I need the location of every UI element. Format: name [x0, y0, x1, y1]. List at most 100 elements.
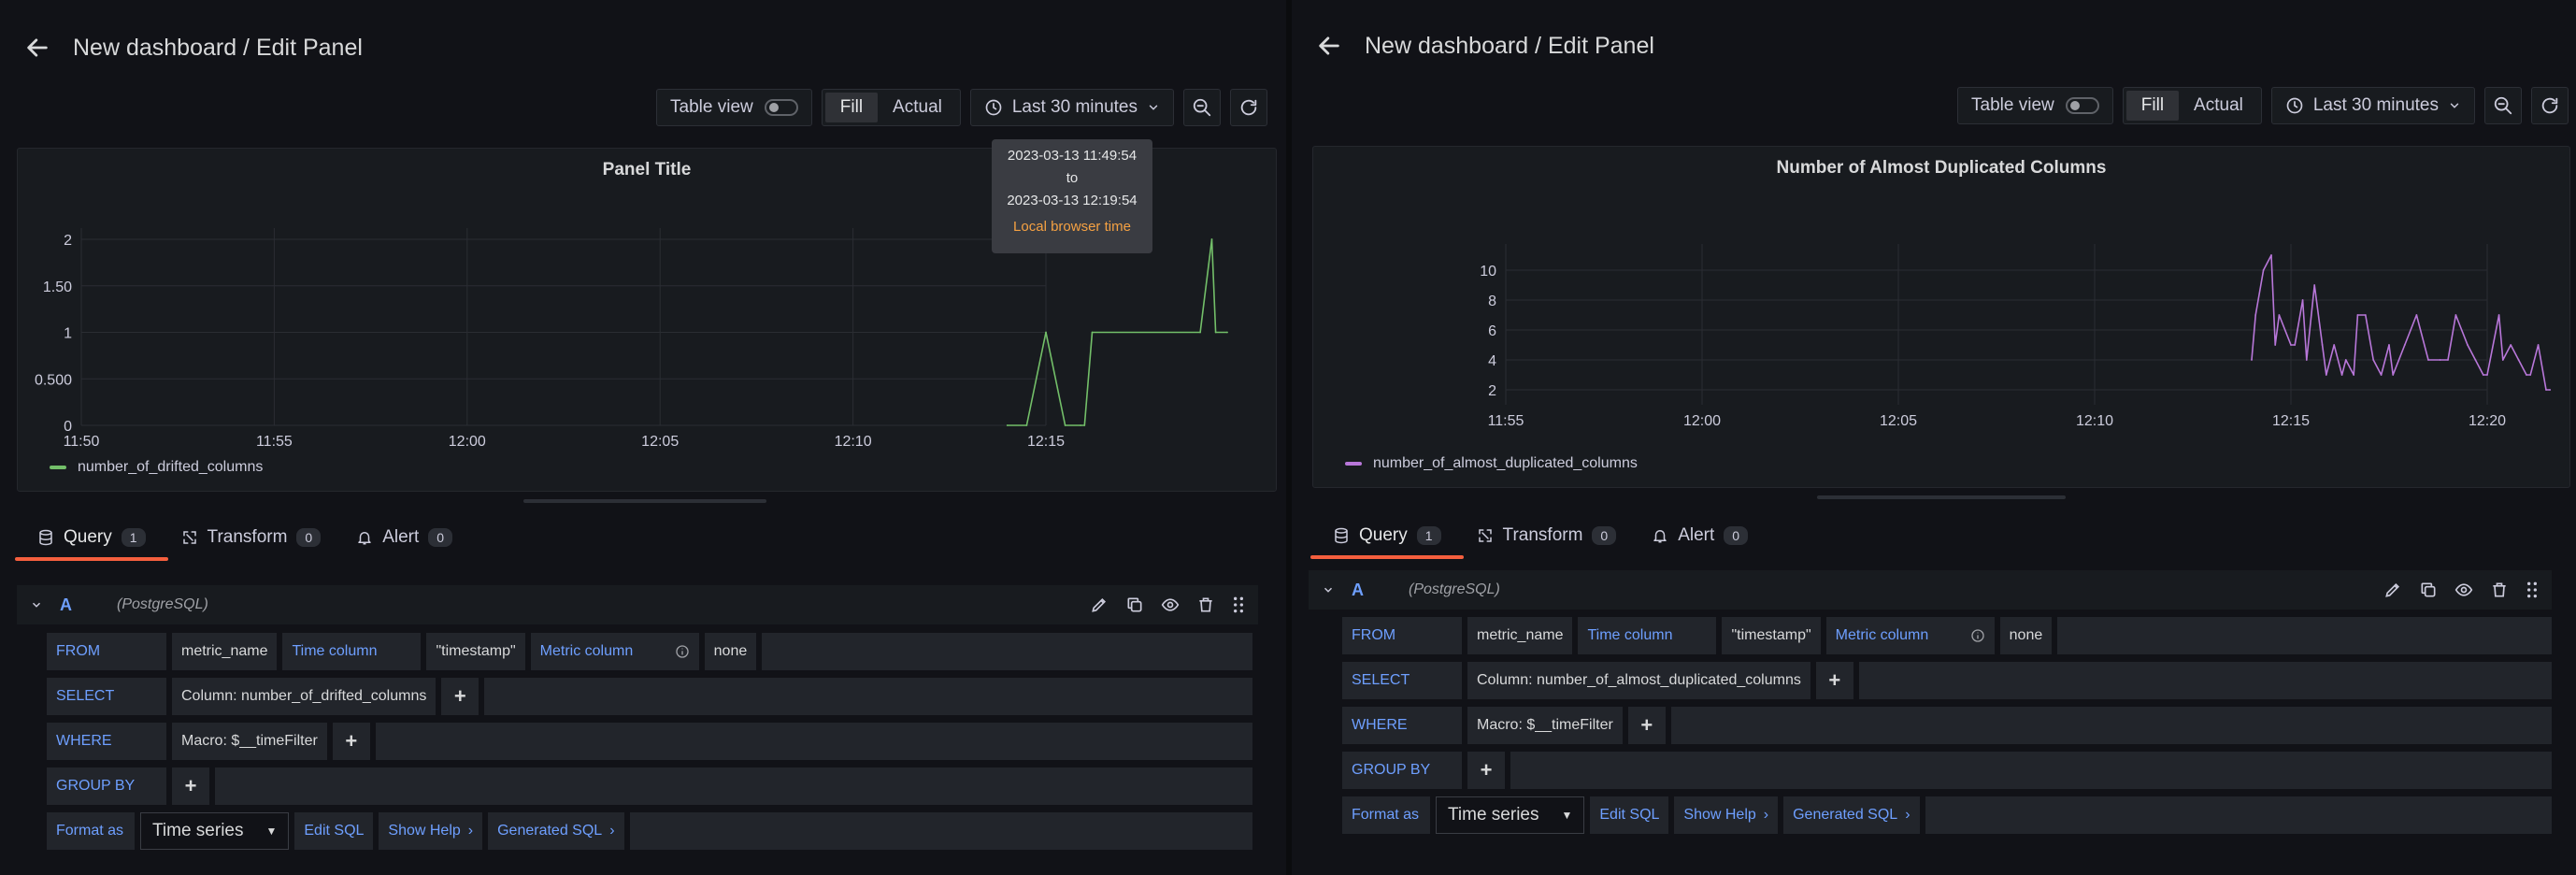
add-groupby-button[interactable]: +	[172, 767, 209, 805]
zoom-out-button[interactable]	[1183, 89, 1221, 126]
back-button[interactable]	[1310, 27, 1348, 65]
legend-swatch	[1345, 462, 1362, 466]
data-point	[2372, 359, 2375, 361]
metric-column-select[interactable]: none	[704, 633, 757, 670]
bell-icon	[358, 532, 371, 545]
select-column[interactable]: Column: number_of_almost_duplicated_colu…	[1467, 662, 1810, 699]
chevron-right-icon: ›	[1763, 807, 1769, 823]
zoom-out-button[interactable]	[2484, 87, 2522, 124]
eye-icon[interactable]	[1161, 595, 1180, 614]
pencil-icon[interactable]	[1090, 595, 1109, 614]
series-line	[2251, 254, 2551, 391]
where-macro[interactable]: Macro: $__timeFilter	[1467, 707, 1623, 744]
add-where-button[interactable]: +	[1627, 707, 1666, 744]
select-keyword: SELECT	[1342, 662, 1462, 699]
data-point	[2454, 314, 2457, 316]
show-help-button[interactable]: Show Help ›	[1674, 796, 1779, 834]
time-column-select[interactable]: "timestamp"	[426, 633, 525, 670]
table-view-switch[interactable]	[2065, 97, 2099, 114]
table-view-toggle[interactable]: Table view	[1957, 87, 2113, 124]
x-tick-label: 12:10	[2076, 413, 2113, 429]
tab-transform[interactable]: Transform 0	[181, 516, 322, 559]
add-select-button[interactable]: +	[1815, 662, 1853, 699]
data-point	[1214, 331, 1217, 334]
info-icon[interactable]	[1970, 628, 1985, 643]
time-range-picker[interactable]: Last 30 minutes	[2270, 87, 2475, 124]
data-point	[2482, 374, 2484, 376]
data-point	[2392, 374, 2395, 376]
data-point	[2529, 374, 2532, 376]
time-column-select[interactable]: "timestamp"	[1722, 617, 1821, 654]
generated-sql-button[interactable]: Generated SQL ›	[488, 812, 624, 850]
actual-option[interactable]: Actual	[2179, 91, 2258, 121]
generated-sql-label: Generated SQL	[1793, 807, 1898, 823]
chart-legend[interactable]: number_of_drifted_columns	[50, 459, 263, 476]
tab-transform[interactable]: Transform 0	[1477, 514, 1617, 557]
where-macro[interactable]: Macro: $__timeFilter	[172, 723, 327, 760]
page-title: New dashboard / Edit Panel	[1365, 32, 1654, 59]
panel-resizer[interactable]	[523, 499, 766, 503]
groupby-keyword: GROUP BY	[47, 767, 166, 805]
trash-icon[interactable]	[2490, 581, 2509, 599]
query-letter[interactable]: A	[60, 595, 72, 615]
drag-icon[interactable]	[2526, 581, 2539, 599]
format-select[interactable]: Time series ▼	[140, 812, 290, 850]
query-letter[interactable]: A	[1352, 581, 1364, 600]
data-point	[2497, 314, 2500, 316]
tab-query-count: 1	[1416, 526, 1441, 545]
tab-alert[interactable]: Alert 0	[1652, 514, 1749, 557]
x-tick-label: 12:15	[1027, 434, 1065, 450]
y-tick-label: 2	[1488, 383, 1496, 399]
table-view-toggle[interactable]: Table view	[656, 89, 812, 126]
tab-alert[interactable]: Alert 0	[356, 516, 453, 559]
info-icon[interactable]	[675, 644, 690, 659]
row-filler	[215, 767, 1252, 805]
add-where-button[interactable]: +	[332, 723, 370, 760]
edit-sql-button[interactable]: Edit SQL	[294, 812, 374, 850]
data-point	[2501, 359, 2504, 361]
data-point	[2290, 344, 2292, 346]
eye-icon[interactable]	[2454, 581, 2473, 599]
add-groupby-button[interactable]: +	[1467, 752, 1505, 789]
pencil-icon[interactable]	[2383, 581, 2402, 599]
trash-icon[interactable]	[1196, 595, 1215, 614]
refresh-button[interactable]	[1230, 89, 1267, 126]
tab-query[interactable]: Query 1	[15, 516, 168, 561]
drag-icon[interactable]	[1232, 595, 1245, 614]
metric-column-select[interactable]: none	[1999, 617, 2053, 654]
data-point	[2353, 374, 2355, 376]
select-column[interactable]: Column: number_of_drifted_columns	[172, 678, 436, 715]
panel-resizer[interactable]	[1817, 495, 2066, 499]
back-button[interactable]	[19, 29, 56, 66]
chevron-down-icon[interactable]	[1322, 583, 1335, 596]
chart-legend[interactable]: number_of_almost_duplicated_columns	[1345, 455, 1638, 472]
table-view-label: Table view	[1971, 95, 2054, 115]
data-point	[2364, 314, 2367, 316]
chevron-right-icon: ›	[609, 823, 615, 839]
chevron-down-icon[interactable]	[30, 598, 43, 611]
copy-icon[interactable]	[2419, 581, 2438, 599]
show-help-button[interactable]: Show Help ›	[379, 812, 483, 850]
copy-icon[interactable]	[1125, 595, 1144, 614]
refresh-button[interactable]	[2531, 87, 2569, 124]
data-point	[2526, 374, 2527, 376]
tab-query[interactable]: Query 1	[1310, 514, 1464, 559]
query-header: A (PostgreSQL)	[17, 585, 1258, 624]
plus-icon: +	[345, 729, 358, 753]
fill-option[interactable]: Fill	[2125, 91, 2180, 121]
format-select[interactable]: Time series ▼	[1436, 796, 1585, 834]
table-view-label: Table view	[670, 97, 753, 117]
edit-sql-button[interactable]: Edit SQL	[1590, 796, 1669, 834]
fill-option[interactable]: Fill	[824, 93, 879, 122]
generated-sql-button[interactable]: Generated SQL ›	[1783, 796, 1920, 834]
actual-option[interactable]: Actual	[878, 93, 957, 122]
table-select[interactable]: metric_name	[1467, 617, 1573, 654]
table-select[interactable]: metric_name	[172, 633, 278, 670]
table-view-switch[interactable]	[764, 99, 798, 116]
metric-column-text: Metric column	[1835, 627, 1929, 643]
time-range-picker[interactable]: Last 30 minutes	[969, 89, 1174, 126]
add-select-button[interactable]: +	[441, 678, 479, 715]
from-row: FROM metric_name Time column "timestamp"…	[47, 632, 1252, 671]
y-tick-label: 6	[1488, 323, 1496, 339]
arrow-left-icon	[27, 38, 48, 57]
